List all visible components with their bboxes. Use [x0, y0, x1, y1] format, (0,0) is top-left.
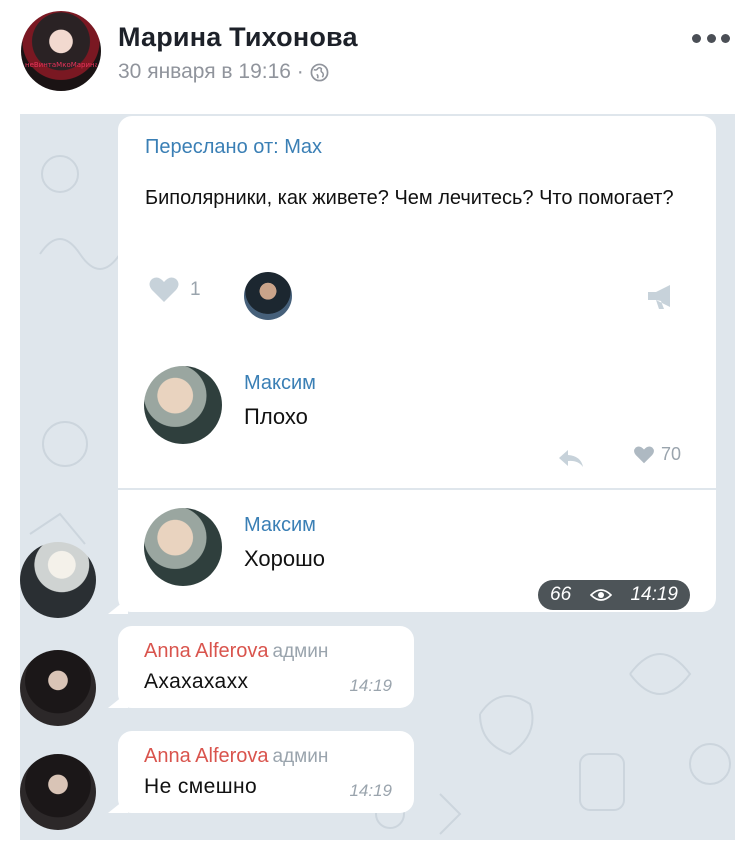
sender-name[interactable]: Anna Alferova: [144, 640, 269, 662]
sender-avatar[interactable]: [20, 650, 96, 726]
dot-icon: [706, 33, 716, 43]
forwarded-post-text: Биполярники, как живете? Чем лечитесь? Ч…: [145, 187, 674, 209]
commenter-name[interactable]: Максим: [244, 372, 316, 395]
commenter-avatar[interactable]: [144, 508, 222, 586]
views-badge: 66 14:19: [538, 580, 690, 610]
likes-count: 70: [661, 444, 682, 464]
post-header: неВинтаМкоМарина Марина Тихонова 30 янва…: [0, 0, 750, 110]
chat-message[interactable]: Anna Alferova админ Ахахахахх 14:19: [118, 626, 414, 708]
post-date[interactable]: 30 января в 19:16 ·: [118, 60, 304, 84]
admin-label: админ: [272, 746, 329, 767]
message-time: 14:19: [349, 781, 392, 800]
eye-icon: [589, 589, 612, 601]
author-name[interactable]: Марина Тихонова: [118, 22, 358, 53]
message-time: 14:19: [349, 676, 392, 695]
dot-icon: [721, 33, 730, 43]
heart-icon: [634, 445, 654, 463]
chat-screenshot: Переслано от: Max Биполярники, как живет…: [20, 114, 735, 840]
heart-icon[interactable]: [148, 276, 180, 304]
sender-name[interactable]: Anna Alferova: [144, 745, 269, 767]
forwarded-from-label[interactable]: Переслано от: Max: [145, 136, 322, 159]
views-count: 66: [550, 584, 572, 605]
message-time: 14:19: [630, 584, 678, 605]
commenter-name[interactable]: Максим: [244, 514, 316, 537]
chat-message[interactable]: Anna Alferova админ Не смешно 14:19: [118, 731, 414, 813]
avatar-caption: неВинтаМкоМарина: [25, 61, 97, 69]
message-text: Не смешно: [144, 775, 258, 798]
reactions-row[interactable]: 1: [148, 276, 201, 304]
dot-icon: [692, 33, 701, 43]
commenter-avatar[interactable]: [144, 366, 222, 444]
comment-text: Хорошо: [244, 546, 326, 571]
sender-name-line: Anna Alferova админ: [144, 640, 328, 663]
comment-item: Максим Плохо: [144, 366, 694, 466]
megaphone-icon[interactable]: [646, 282, 676, 310]
globe-icon[interactable]: [310, 63, 329, 82]
sender-avatar[interactable]: [20, 542, 96, 618]
sender-avatar[interactable]: [20, 754, 96, 830]
author-avatar[interactable]: неВинтаМкоМарина: [21, 11, 101, 91]
more-options-button[interactable]: [692, 28, 730, 48]
reply-icon[interactable]: [558, 448, 584, 468]
reactor-avatar[interactable]: [244, 272, 292, 320]
admin-label: админ: [272, 641, 329, 662]
message-text: Ахахахахх: [144, 670, 249, 693]
comment-divider: [118, 488, 716, 490]
sender-name-line: Anna Alferova админ: [144, 745, 328, 768]
post-meta: 30 января в 19:16 ·: [118, 60, 329, 84]
comment-text: Плохо: [244, 404, 308, 429]
forwarded-post-card: Переслано от: Max Биполярники, как живет…: [118, 116, 716, 612]
comment-likes[interactable]: 70: [633, 444, 681, 465]
reaction-count: 1: [190, 279, 201, 300]
